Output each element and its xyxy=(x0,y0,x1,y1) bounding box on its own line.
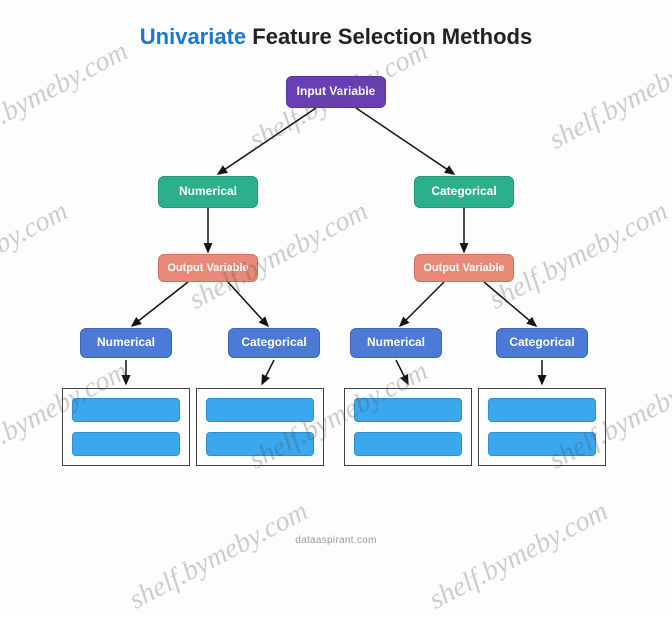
diagram-title: Univariate Feature Selection Methods xyxy=(0,24,672,50)
watermark-text: shelf.bymeby.com xyxy=(544,36,672,157)
node-input-variable: Input Variable xyxy=(286,76,386,108)
node-leaf-a: Numerical xyxy=(80,328,172,358)
diagram-stage: Univariate Feature Selection Methods I xyxy=(0,0,672,554)
watermark-text: shelf.bymeby.com xyxy=(0,36,133,157)
method-d-1 xyxy=(488,398,596,422)
method-c-2 xyxy=(354,432,462,456)
node-categorical-input: Categorical xyxy=(414,176,514,208)
node-leaf-b: Categorical xyxy=(228,328,320,358)
watermark-text: shelf.bymeby.com xyxy=(124,496,313,617)
source-attribution: dataaspirant.com xyxy=(0,535,672,546)
method-b-2 xyxy=(206,432,314,456)
node-leaf-d: Categorical xyxy=(496,328,588,358)
node-output-variable-right: Output Variable xyxy=(414,254,514,282)
node-output-variable-left: Output Variable xyxy=(158,254,258,282)
node-numerical-input: Numerical xyxy=(158,176,258,208)
title-accent: Univariate xyxy=(140,24,246,49)
method-d-2 xyxy=(488,432,596,456)
method-a-1 xyxy=(72,398,180,422)
watermark-text: shelf.bymeby.com xyxy=(0,196,73,317)
watermark-text: shelf.bymeby.com xyxy=(424,496,613,617)
title-rest: Feature Selection Methods xyxy=(246,24,532,49)
node-leaf-c: Numerical xyxy=(350,328,442,358)
method-a-2 xyxy=(72,432,180,456)
method-b-1 xyxy=(206,398,314,422)
method-c-1 xyxy=(354,398,462,422)
